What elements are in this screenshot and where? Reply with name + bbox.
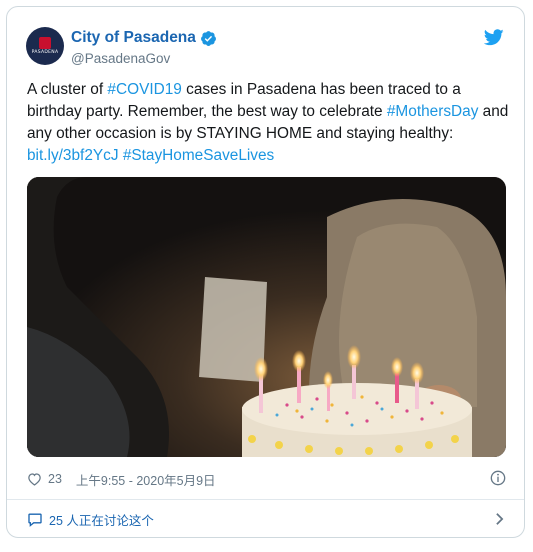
- discussion-count[interactable]: 25 人正在讨论这个: [49, 510, 154, 529]
- heart-icon[interactable]: [27, 472, 42, 486]
- divider: [7, 499, 524, 500]
- verified-badge-icon: [200, 30, 216, 46]
- tweet-text: A cluster of #COVID19 cases in Pasadena …: [27, 79, 512, 167]
- pasadena-seal-icon: [39, 36, 51, 49]
- tweet-meta-row: 23 上午9:55 - 2020年5月9日: [27, 469, 506, 489]
- tweet-card: PASADENA City of Pasadena @PasadenaGov A…: [6, 6, 525, 538]
- discussion-row[interactable]: 25 人正在讨论这个: [27, 509, 506, 529]
- hashtag-stayhomesavelives-link[interactable]: #StayHomeSaveLives: [123, 147, 274, 164]
- birthday-cake-photo: [27, 177, 506, 457]
- twitter-bird-icon[interactable]: [484, 29, 504, 46]
- tweet-timestamp[interactable]: 上午9:55 - 2020年5月9日: [76, 470, 216, 489]
- short-url-link[interactable]: bit.ly/3bf2YcJ: [27, 147, 119, 164]
- hashtag-mothersday-link[interactable]: #MothersDay: [387, 103, 479, 120]
- speech-bubble-icon: [28, 513, 42, 527]
- avatar-logo-text: PASADENA: [31, 49, 59, 55]
- hashtag-covid19-link[interactable]: #COVID19: [107, 81, 181, 98]
- avatar[interactable]: PASADENA: [26, 27, 64, 65]
- like-count[interactable]: 23: [48, 472, 62, 486]
- chevron-right-icon[interactable]: [495, 512, 504, 526]
- tweet-text-part: A cluster of: [27, 81, 108, 98]
- display-name[interactable]: City of Pasadena: [71, 29, 196, 47]
- tweet-photo[interactable]: [27, 177, 506, 457]
- info-icon[interactable]: [490, 470, 506, 486]
- handle[interactable]: @PasadenaGov: [71, 51, 170, 66]
- author-name-row: City of Pasadena: [71, 29, 217, 47]
